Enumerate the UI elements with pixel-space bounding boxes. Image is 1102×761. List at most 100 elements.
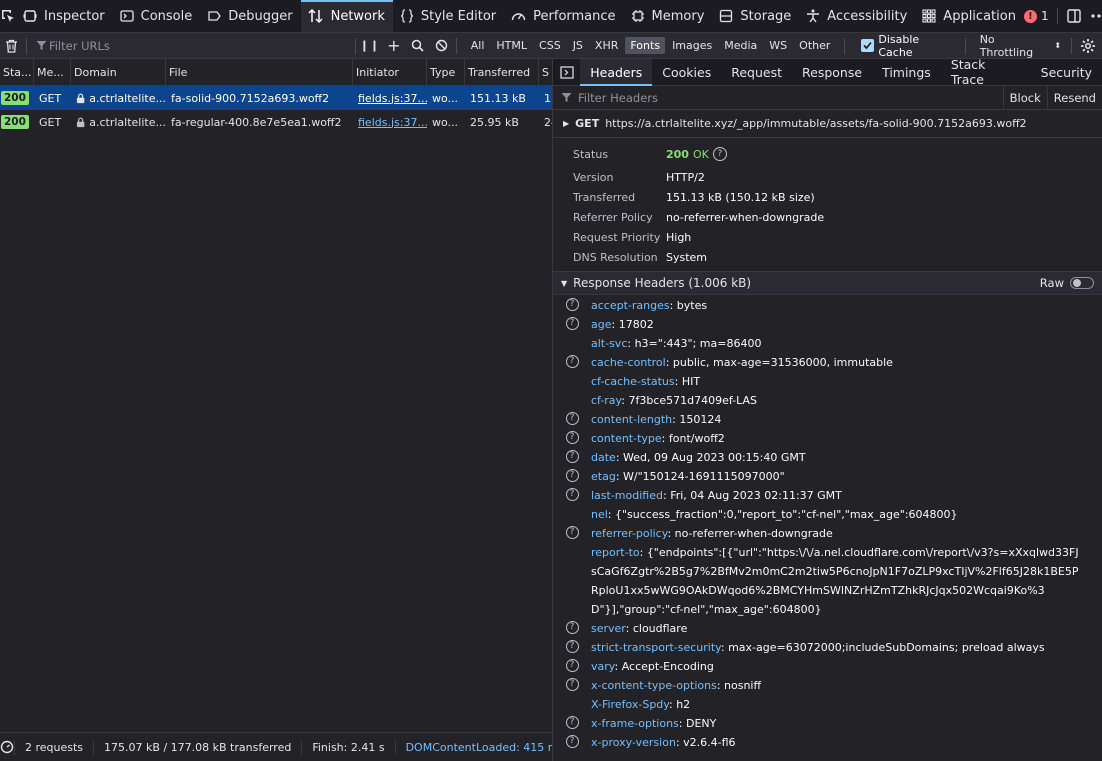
response-header-row[interactable]: cf-ray: 7f3bce571d7409ef-LAS (553, 391, 1102, 410)
column-status[interactable]: Sta... (0, 59, 34, 85)
filter-type-other[interactable]: Other (794, 37, 835, 54)
raw-toggle[interactable]: Raw (1040, 276, 1102, 290)
filter-type-css[interactable]: CSS (534, 37, 566, 54)
tab-accessibility[interactable]: Accessibility (799, 0, 915, 32)
response-header-row[interactable]: report-to: {"endpoints":[{"url":"https:\… (553, 543, 1102, 619)
element-picker-button[interactable] (0, 0, 16, 32)
filter-urls-input[interactable] (28, 35, 353, 56)
response-header-row[interactable]: ? server: cloudflare (553, 619, 1102, 638)
column-file[interactable]: File (166, 59, 353, 85)
clear-requests-button[interactable] (0, 39, 24, 53)
help-icon[interactable]: ? (565, 412, 579, 425)
help-icon[interactable]: ? (565, 735, 579, 748)
filter-headers-input[interactable] (572, 90, 1003, 105)
tab-debugger[interactable]: Debugger (200, 0, 300, 32)
column-method[interactable]: Me... (34, 59, 71, 85)
help-icon[interactable]: ? (565, 450, 579, 463)
type-cell: wo... (432, 91, 459, 105)
response-header-row[interactable]: ? accept-ranges: bytes (553, 296, 1102, 315)
tab-security[interactable]: Security (1031, 59, 1102, 85)
response-header-row[interactable]: ? cache-control: public, max-age=31536000… (553, 353, 1102, 372)
response-header-row[interactable]: ? referrer-policy: no-referrer-when-downg… (553, 524, 1102, 543)
dock-side-icon[interactable] (1066, 8, 1082, 24)
new-request-button[interactable]: + (382, 36, 406, 55)
response-header-row[interactable]: ? strict-transport-security: max-age=6307… (553, 638, 1102, 657)
help-icon[interactable]: ? (565, 317, 579, 330)
help-icon[interactable]: ? (565, 640, 579, 653)
tab-request[interactable]: Request (721, 59, 792, 85)
throttling-select[interactable]: No Throttling ⬍ (980, 33, 1061, 59)
response-header-row[interactable]: ? etag: W/"150124-1691115097000" (553, 467, 1102, 486)
tab-timings[interactable]: Timings (872, 59, 941, 85)
request-url-row[interactable]: ▶ GET https://a.ctrlaltelite.xyz/_app/im… (553, 110, 1102, 138)
tab-storage[interactable]: Storage (712, 0, 799, 32)
filter-type-js[interactable]: JS (568, 37, 588, 54)
response-header-row[interactable]: ? x-frame-options: DENY (553, 714, 1102, 733)
help-icon[interactable]: ? (565, 469, 579, 482)
help-icon[interactable]: ? (565, 526, 579, 539)
help-icon[interactable]: ? (565, 659, 579, 672)
column-transferred[interactable]: Transferred (465, 59, 539, 85)
more-options-icon[interactable] (1090, 8, 1102, 24)
filter-type-all[interactable]: All (466, 37, 490, 54)
response-header-row[interactable]: ? age: 17802 (553, 315, 1102, 334)
tab-inspector[interactable]: Inspector (16, 0, 113, 32)
disable-cache-checkbox[interactable]: Disable Cache (861, 33, 956, 59)
tab-style-editor[interactable]: Style Editor (393, 0, 504, 32)
response-header-row[interactable]: ? content-length: 150124 (553, 410, 1102, 429)
initiator-link[interactable]: fields.js:37... (358, 116, 427, 129)
column-initiator[interactable]: Initiator (353, 59, 427, 85)
search-button[interactable] (406, 39, 430, 52)
block-requests-button[interactable] (430, 39, 454, 52)
initiator-link[interactable]: fields.js:37... (358, 92, 427, 105)
response-header-row[interactable]: X-Firefox-Spdy: h2 (553, 695, 1102, 714)
column-type[interactable]: Type (427, 59, 465, 85)
pause-button[interactable]: ❙❙ (358, 39, 382, 52)
response-header-row[interactable]: ? x-proxy-version: v2.6.4-fl6 (553, 733, 1102, 752)
response-header-row[interactable]: ? vary: Accept-Encoding (553, 657, 1102, 676)
tab-response[interactable]: Response (792, 59, 872, 85)
response-header-row[interactable]: ? content-type: font/woff2 (553, 429, 1102, 448)
filter-type-fonts[interactable]: Fonts (625, 37, 666, 54)
help-icon[interactable]: ? (565, 298, 579, 311)
toggle-sidebar-button[interactable] (553, 59, 580, 85)
column-domain[interactable]: Domain (71, 59, 166, 85)
header-name: content-length (591, 413, 673, 426)
table-row[interactable]: 200 GET a.ctrlaltelite... fa-solid-900.7… (0, 86, 552, 110)
error-count-button[interactable]: ! 1 (1023, 9, 1049, 23)
help-icon[interactable]: ? (712, 147, 727, 161)
resend-button[interactable]: Resend (1046, 86, 1102, 109)
tab-application[interactable]: Application (915, 0, 1024, 32)
tab-console[interactable]: Console (113, 0, 201, 32)
tab-network[interactable]: Network (300, 0, 394, 32)
response-header-row[interactable]: alt-svc: h3=":443"; ma=86400 (553, 334, 1102, 353)
response-header-row[interactable]: cf-cache-status: HIT (553, 372, 1102, 391)
help-icon[interactable]: ? (565, 621, 579, 634)
tab-headers[interactable]: Headers (580, 59, 653, 86)
network-settings-button[interactable] (1074, 38, 1102, 54)
column-size[interactable]: S (539, 59, 552, 85)
response-header-row[interactable]: nel: {"success_fraction":0,"report_to":"… (553, 505, 1102, 524)
help-icon[interactable]: ? (565, 431, 579, 444)
tab-performance[interactable]: Performance (504, 0, 623, 32)
performance-analysis-button[interactable] (0, 739, 15, 755)
tab-memory[interactable]: Memory (624, 0, 713, 32)
block-button[interactable]: Block (1002, 86, 1047, 109)
filter-type-media[interactable]: Media (719, 37, 762, 54)
filter-type-images[interactable]: Images (667, 37, 717, 54)
response-header-row[interactable]: ? date: Wed, 09 Aug 2023 00:15:40 GMT (553, 448, 1102, 467)
tab-stack-trace[interactable]: Stack Trace (941, 59, 1031, 87)
help-icon[interactable]: ? (565, 716, 579, 729)
help-icon[interactable]: ? (565, 355, 579, 368)
help-icon[interactable]: ? (565, 488, 579, 501)
tab-cookies[interactable]: Cookies (652, 59, 721, 85)
response-header-row[interactable]: ? last-modified: Fri, 04 Aug 2023 02:11:3… (553, 486, 1102, 505)
response-headers-section-header[interactable]: ▼ Response Headers (1.006 kB) Raw (553, 271, 1102, 295)
filter-type-xhr[interactable]: XHR (590, 37, 623, 54)
help-icon[interactable]: ? (565, 678, 579, 691)
table-row[interactable]: 200 GET a.ctrlaltelite... fa-regular-400… (0, 110, 552, 134)
filter-type-html[interactable]: HTML (491, 37, 532, 54)
filter-type-ws[interactable]: WS (764, 37, 792, 54)
header-name: X-Firefox-Spdy (591, 698, 669, 711)
response-header-row[interactable]: ? x-content-type-options: nosniff (553, 676, 1102, 695)
